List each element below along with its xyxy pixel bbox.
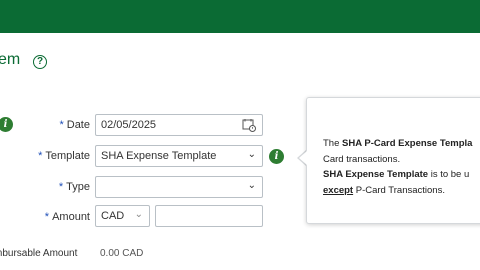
- currency-value: CAD: [101, 210, 125, 222]
- chevron-down-icon: ⌄: [134, 209, 143, 220]
- type-select[interactable]: ⌄: [95, 176, 263, 198]
- popup-line: The SHA P-Card Expense Templa: [323, 138, 473, 149]
- reimbursable-amount-label: mbursable Amount: [0, 248, 78, 259]
- popup-line: Card transactions.: [323, 154, 401, 165]
- template-value: SHA Expense Template: [101, 150, 217, 162]
- top-header-bar: [0, 0, 480, 33]
- required-marker: *: [58, 181, 64, 193]
- page-title: em: [0, 51, 21, 68]
- date-field[interactable]: 02/05/2025: [95, 114, 263, 136]
- reimbursable-amount-value: 0.00 CAD: [100, 248, 144, 259]
- amount-label: * Amount: [44, 211, 90, 223]
- required-marker: *: [38, 150, 43, 162]
- template-select[interactable]: SHA Expense Template ⌄: [95, 145, 263, 167]
- popup-arrow-inner: [299, 151, 307, 165]
- currency-select[interactable]: CAD ⌄: [95, 205, 150, 227]
- type-label: * Type: [58, 181, 90, 193]
- chevron-down-icon: ⌄: [247, 149, 256, 160]
- popup-line: SHA Expense Template is to be u: [323, 169, 470, 180]
- template-info-icon[interactable]: i: [269, 149, 284, 164]
- date-label: * Date: [59, 119, 90, 131]
- info-popup: The SHA P-Card Expense Templa Card trans…: [306, 97, 480, 224]
- help-icon[interactable]: ?: [33, 55, 47, 69]
- template-label: * Template: [38, 150, 90, 162]
- required-marker: *: [44, 211, 50, 223]
- calendar-icon[interactable]: [242, 118, 256, 132]
- chevron-down-icon: ⌄: [247, 180, 256, 191]
- required-marker: *: [59, 119, 64, 131]
- amount-input[interactable]: [155, 205, 263, 227]
- date-value: 02/05/2025: [101, 119, 157, 131]
- popup-line: except P-Card Transactions.: [323, 185, 445, 196]
